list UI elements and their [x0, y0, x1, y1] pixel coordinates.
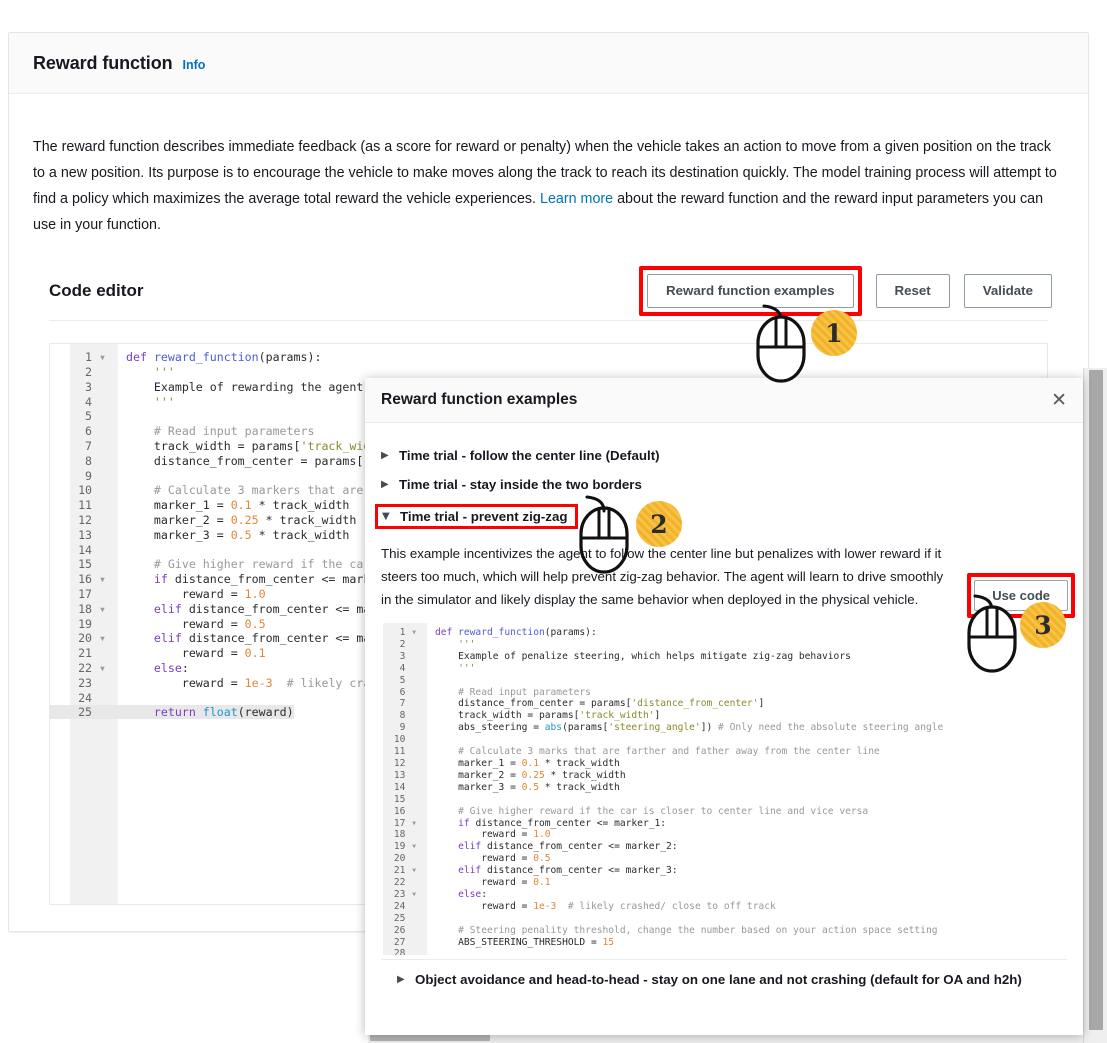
editor-button-row: Reward function examples Reset Validate: [639, 266, 1052, 316]
accordion-label: Object avoidance and head-to-head - stay…: [415, 972, 1022, 987]
step-badge-2: 2: [636, 501, 682, 547]
reward-function-examples-button[interactable]: Reward function examples: [647, 274, 853, 308]
accordion-item-prevent-zig-zag-wrapper: ▼ Time trial - prevent zig-zag: [381, 499, 1067, 532]
chevron-down-icon: ▼: [382, 511, 395, 522]
close-icon[interactable]: ✕: [1051, 391, 1067, 410]
mouse-cursor-icon: [752, 303, 810, 385]
card-header: Reward function Info: [9, 33, 1088, 94]
modal-title: Reward function examples: [381, 391, 577, 409]
vertical-scrollbar[interactable]: [1083, 368, 1107, 1043]
accordion-highlight[interactable]: ▼ Time trial - prevent zig-zag: [375, 504, 578, 529]
mouse-cursor-icon: [963, 593, 1021, 675]
info-link[interactable]: Info: [183, 58, 206, 72]
accordion-label: Time trial - stay inside the two borders: [399, 477, 642, 492]
modal-body: ▶ Time trial - follow the center line (D…: [365, 423, 1083, 989]
learn-more-link[interactable]: Learn more: [540, 191, 613, 207]
vertical-scrollbar-thumb[interactable]: [1089, 370, 1103, 1030]
page-root: Reward function Info The reward function…: [0, 0, 1107, 1043]
reward-function-examples-modal: Reward function examples ✕ ▶ Time trial …: [365, 378, 1083, 1035]
page-title: Reward function: [33, 53, 173, 74]
reset-button[interactable]: Reset: [876, 274, 950, 308]
mouse-cursor-icon: [575, 494, 633, 576]
accordion-label: Time trial - prevent zig-zag: [400, 509, 567, 524]
chevron-right-icon: ▶: [381, 479, 394, 490]
editor-divider: [49, 320, 1048, 321]
intro-paragraph: The reward function describes immediate …: [33, 134, 1063, 238]
chevron-right-icon: ▶: [397, 974, 410, 985]
example-description: This example incentivizes the agent to f…: [381, 542, 951, 611]
accordion-item-stay-inside-borders[interactable]: ▶ Time trial - stay inside the two borde…: [381, 470, 1067, 499]
accordion-item-follow-center-line[interactable]: ▶ Time trial - follow the center line (D…: [381, 441, 1067, 470]
accordion-item-object-avoidance[interactable]: ▶ Object avoidance and head-to-head - st…: [397, 970, 1051, 989]
editor-toolbar: Code editor Reward function examples Res…: [33, 268, 1064, 314]
chevron-right-icon: ▶: [381, 450, 394, 461]
validate-button[interactable]: Validate: [964, 274, 1052, 308]
modal-footer: ▶ Object avoidance and head-to-head - st…: [381, 959, 1067, 989]
examples-button-highlight: Reward function examples: [639, 266, 861, 316]
modal-header: Reward function examples ✕: [365, 378, 1083, 423]
code-editor-title: Code editor: [49, 281, 143, 301]
accordion-label: Time trial - follow the center line (Def…: [399, 448, 660, 463]
step-badge-1: 1: [811, 310, 857, 356]
step-badge-3: 3: [1020, 602, 1066, 648]
